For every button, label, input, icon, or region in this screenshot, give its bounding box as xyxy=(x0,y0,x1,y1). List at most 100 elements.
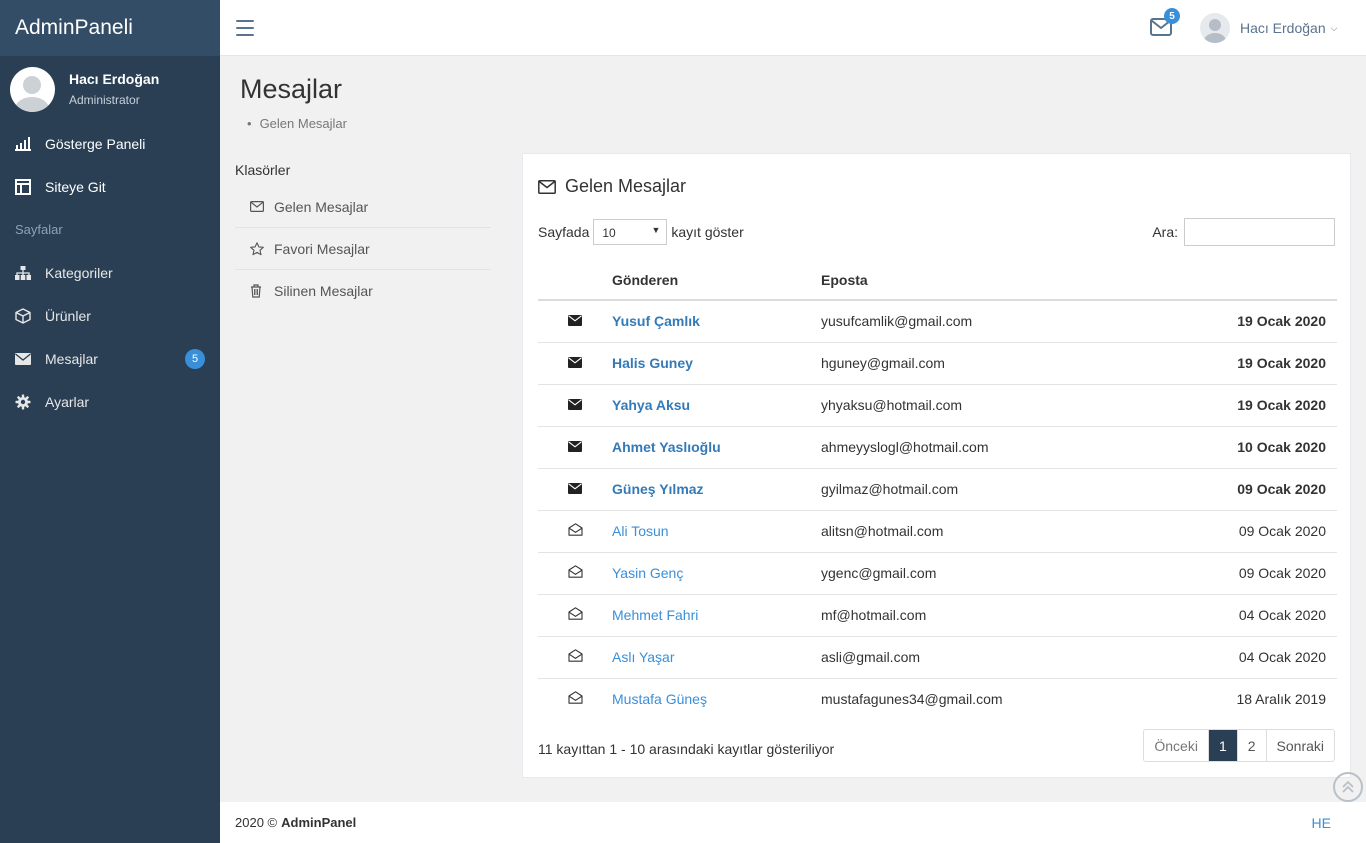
table-row[interactable]: Mustafa Güneş mustafagunes34@gmail.com 18 … xyxy=(538,678,1337,720)
row-icon-cell xyxy=(538,510,612,553)
avatar xyxy=(1200,13,1230,43)
envelope-open-icon xyxy=(567,523,583,536)
cube-icon xyxy=(15,307,31,324)
length-suffix: kayıt göster xyxy=(671,224,744,240)
pagination-page[interactable]: 1 xyxy=(1208,730,1238,761)
star-outline-icon xyxy=(250,241,264,256)
search-input[interactable] xyxy=(1184,218,1335,246)
message-date: 04 Ocak 2020 xyxy=(1171,636,1337,679)
column-header-sender[interactable]: Gönderen xyxy=(612,260,821,301)
folder-inbox[interactable]: Gelen Mesajlar xyxy=(235,186,491,228)
gear-icon xyxy=(15,394,31,410)
sender-link[interactable]: Aslı Yaşar xyxy=(612,636,821,679)
sidebar-item-products[interactable]: Ürünler xyxy=(0,294,220,337)
table-row[interactable]: Halis Guney hguney@gmail.com 19 Ocak 2020 xyxy=(538,342,1337,385)
message-date: 09 Ocak 2020 xyxy=(1171,468,1337,511)
folder-favorites[interactable]: Favori Mesajlar xyxy=(235,228,491,270)
column-header-email[interactable]: Eposta xyxy=(821,260,1171,301)
avatar xyxy=(10,66,55,112)
envelope-open-icon xyxy=(567,565,583,578)
sender-email: hguney@gmail.com xyxy=(821,342,1171,385)
sidebar-nav: Gösterge Paneli Siteye Git Sayfalar Kate… xyxy=(0,122,220,423)
envelope-outline-icon xyxy=(250,200,264,214)
envelope-open-icon xyxy=(567,649,583,662)
sidebar-item-site[interactable]: Siteye Git xyxy=(0,165,220,208)
sidebar-item-label: Kategoriler xyxy=(45,264,113,281)
scroll-top-icon[interactable] xyxy=(1333,772,1363,802)
bar-chart-icon xyxy=(15,136,31,152)
sender-link[interactable]: Ahmet Yaslıoğlu xyxy=(612,426,821,469)
envelope-icon xyxy=(568,399,582,410)
chevron-down-icon: ⌵ xyxy=(1330,22,1338,33)
pagination: Önceki 1 2 Sonraki xyxy=(1143,729,1335,762)
row-icon-cell xyxy=(538,300,612,343)
sender-link[interactable]: Yahya Aksu xyxy=(612,384,821,427)
sender-link[interactable]: Halis Guney xyxy=(612,342,821,385)
sender-email: mf@hotmail.com xyxy=(821,594,1171,637)
trash-icon xyxy=(250,284,264,298)
sidebar-item-settings[interactable]: Ayarlar xyxy=(0,380,220,423)
page-length-select[interactable]: 10 ▼ xyxy=(593,219,668,245)
envelope-icon xyxy=(568,441,582,452)
pagination-next[interactable]: Sonraki xyxy=(1266,730,1334,761)
brand-logo[interactable]: AdminPaneli xyxy=(0,0,220,56)
folder-label: Silinen Mesajlar xyxy=(274,283,373,299)
footer: 2020 © AdminPanel HE xyxy=(220,802,1366,843)
column-header[interactable] xyxy=(538,260,612,301)
sender-link[interactable]: Mehmet Fahri xyxy=(612,594,821,637)
row-icon-cell xyxy=(538,678,612,720)
menu-toggle-icon[interactable] xyxy=(236,20,254,36)
profile-role: Administrator xyxy=(69,93,140,107)
footer-right-link[interactable]: HE xyxy=(1312,815,1331,831)
envelope-open-icon xyxy=(567,607,583,620)
sender-email: asli@gmail.com xyxy=(821,636,1171,679)
table-header-row: Gönderen Eposta xyxy=(538,260,1337,301)
table-row[interactable]: Yahya Aksu yhyaksu@hotmail.com 19 Ocak 202… xyxy=(538,384,1337,427)
table-row[interactable]: Güneş Yılmaz gyilmaz@hotmail.com 09 Ocak 2… xyxy=(538,468,1337,511)
table-row[interactable]: Yusuf Çamlık yusufcamlik@gmail.com 19 Ocak… xyxy=(538,300,1337,343)
panel-title-text: Gelen Mesajlar xyxy=(565,176,687,196)
messages-count-badge: 5 xyxy=(185,349,205,369)
user-menu[interactable]: Hacı Erdoğan ⌵ xyxy=(1200,13,1337,43)
messages-panel: Gelen Mesajlar Sayfada 10 ▼ kayıt göster… xyxy=(522,153,1351,778)
messages-table: Gönderen Eposta Yusuf Çamlık yusufcamlik@… xyxy=(538,260,1337,720)
sender-email: ygenc@gmail.com xyxy=(821,552,1171,595)
column-header-date[interactable] xyxy=(1171,260,1337,301)
sender-link[interactable]: Ali Tosun xyxy=(612,510,821,553)
folder-trash[interactable]: Silinen Mesajlar xyxy=(235,270,491,312)
search-control: Ara: xyxy=(1152,218,1335,246)
sender-link[interactable]: Yusuf Çamlık xyxy=(612,300,821,343)
sender-link[interactable]: Mustafa Güneş xyxy=(612,678,821,720)
pagination-prev[interactable]: Önceki xyxy=(1144,730,1209,761)
sidebar-item-dashboard[interactable]: Gösterge Paneli xyxy=(0,122,220,165)
message-date: 04 Ocak 2020 xyxy=(1171,594,1337,637)
footer-copyright: 2020 © xyxy=(235,815,278,830)
breadcrumb-item[interactable]: Gelen Mesajlar xyxy=(260,116,347,131)
sidebar: AdminPaneli Hacı Erdoğan Administrator G… xyxy=(0,0,220,843)
sender-email: ahmeyyslogl@hotmail.com xyxy=(821,426,1171,469)
sidebar-profile: Hacı Erdoğan Administrator xyxy=(0,56,220,122)
row-icon-cell xyxy=(538,594,612,637)
mail-count-badge: 5 xyxy=(1164,8,1180,24)
table-row[interactable]: Aslı Yaşar asli@gmail.com 04 Ocak 2020 xyxy=(538,636,1337,679)
table-row[interactable]: Mehmet Fahri mf@hotmail.com 04 Ocak 2020 xyxy=(538,594,1337,637)
table-row[interactable]: Ali Tosun alitsn@hotmail.com 09 Ocak 2020 xyxy=(538,510,1337,553)
sender-link[interactable]: Güneş Yılmaz xyxy=(612,468,821,511)
envelope-outline-icon xyxy=(538,179,556,194)
sidebar-item-label: Gösterge Paneli xyxy=(45,135,146,152)
profile-name: Hacı Erdoğan xyxy=(69,71,160,87)
table-row[interactable]: Yasin Genç ygenc@gmail.com 09 Ocak 2020 xyxy=(538,552,1337,595)
table-info: 11 kayıttan 1 - 10 arasındaki kayıtlar g… xyxy=(538,741,835,757)
table-row[interactable]: Ahmet Yaslıoğlu ahmeyyslogl@hotmail.com 10… xyxy=(538,426,1337,469)
envelope-icon xyxy=(568,483,582,494)
sidebar-item-categories[interactable]: Kategoriler xyxy=(0,251,220,294)
row-icon-cell xyxy=(538,468,612,511)
sidebar-item-messages[interactable]: Mesajlar 5 xyxy=(0,337,220,380)
pagination-page[interactable]: 2 xyxy=(1237,730,1267,761)
row-icon-cell xyxy=(538,384,612,427)
envelope-icon xyxy=(15,351,31,367)
sender-link[interactable]: Yasin Genç xyxy=(612,552,821,595)
chevron-down-icon: ▼ xyxy=(651,225,661,235)
sitemap-icon xyxy=(15,265,31,281)
envelope-open-icon xyxy=(567,691,583,704)
